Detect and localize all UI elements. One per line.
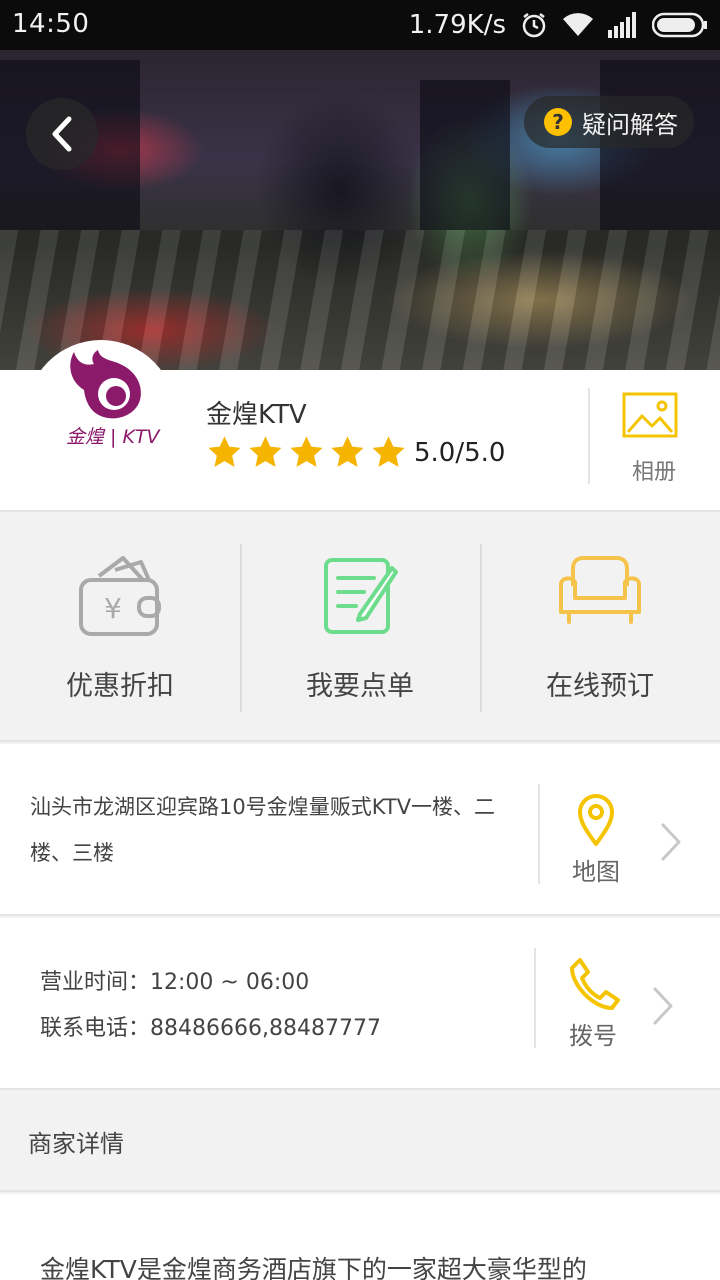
faq-button[interactable]: ? 疑问解答 <box>524 96 694 148</box>
order-button[interactable]: 我要点单 <box>240 514 480 740</box>
star-icon <box>208 436 241 467</box>
album-button[interactable]: 相册 <box>588 388 720 485</box>
discount-label: 优惠折扣 <box>66 671 174 702</box>
alarm-icon <box>520 11 548 39</box>
store-info: 金煌 | KTV 金煌KTV 5.0/5.0 相册 <box>0 340 720 512</box>
discount-button[interactable]: ¥ 优惠折扣 <box>0 514 240 740</box>
details-header: 商家详情 <box>0 1090 720 1192</box>
business-hours: 营业时间：12:00 ~ 06:00 <box>40 970 310 995</box>
order-label: 我要点单 <box>306 671 414 702</box>
chevron-left-icon <box>52 116 72 152</box>
hero-banner: ? 疑问解答 <box>0 50 720 370</box>
phone-icon <box>570 958 620 1010</box>
question-icon: ? <box>544 108 572 136</box>
action-row: ¥ 优惠折扣 我要点单 在线预订 <box>0 514 720 742</box>
store-logo: 金煌 | KTV <box>26 340 176 490</box>
back-button[interactable] <box>26 98 98 170</box>
map-button[interactable]: 地图 <box>572 792 620 887</box>
faq-label: 疑问解答 <box>582 110 678 139</box>
contact-section: 营业时间：12:00 ~ 06:00 联系电话：88486666,8848777… <box>0 918 720 1090</box>
chevron-right-icon <box>661 823 681 861</box>
divider <box>538 784 540 884</box>
map-label: 地图 <box>572 858 620 886</box>
booking-label: 在线预订 <box>546 671 654 702</box>
status-bar: 14:50 1.79K/s <box>0 0 720 50</box>
dial-button[interactable]: 拨号 <box>566 956 620 1051</box>
wallet-icon: ¥ <box>79 556 161 636</box>
signal-icon <box>608 12 638 38</box>
address-section: 汕头市龙湖区迎宾路10号金煌量贩式KTV一楼、二楼、三楼 地图 <box>0 744 720 916</box>
battery-icon <box>652 12 708 38</box>
details-text: 金煌KTV是金煌商务酒店旗下的一家超大豪华型的 <box>40 1255 587 1280</box>
chevron-right-icon <box>653 987 673 1025</box>
details-body: 金煌KTV是金煌商务酒店旗下的一家超大豪华型的 <box>0 1194 720 1280</box>
logo-text: 金煌 | KTV <box>66 426 160 448</box>
photo-icon <box>622 392 678 438</box>
star-icon <box>372 436 405 467</box>
star-icon <box>249 436 282 467</box>
phone-numbers: 联系电话：88486666,88487777 <box>40 1016 381 1041</box>
booking-button[interactable]: 在线预订 <box>480 514 720 740</box>
star-icon <box>331 436 364 467</box>
network-speed: 1.79K/s <box>408 10 506 40</box>
star-icon <box>290 436 323 467</box>
address-text: 汕头市龙湖区迎宾路10号金煌量贩式KTV一楼、二楼、三楼 <box>30 795 496 865</box>
album-label: 相册 <box>631 460 676 485</box>
wifi-icon <box>562 12 594 38</box>
svg-text:¥: ¥ <box>104 592 122 625</box>
map-pin-icon <box>578 794 614 846</box>
status-indicators: 1.79K/s <box>409 8 708 42</box>
divider <box>534 948 536 1048</box>
dial-label: 拨号 <box>569 1022 617 1050</box>
status-time: 14:50 <box>12 9 90 39</box>
details-title: 商家详情 <box>28 1130 124 1158</box>
sofa-icon <box>559 556 641 624</box>
star-rating <box>206 434 407 471</box>
rating-text: 5.0/5.0 <box>414 438 506 468</box>
flame-logo-icon <box>70 350 141 419</box>
store-name: 金煌KTV <box>206 400 307 430</box>
order-icon <box>324 558 398 634</box>
